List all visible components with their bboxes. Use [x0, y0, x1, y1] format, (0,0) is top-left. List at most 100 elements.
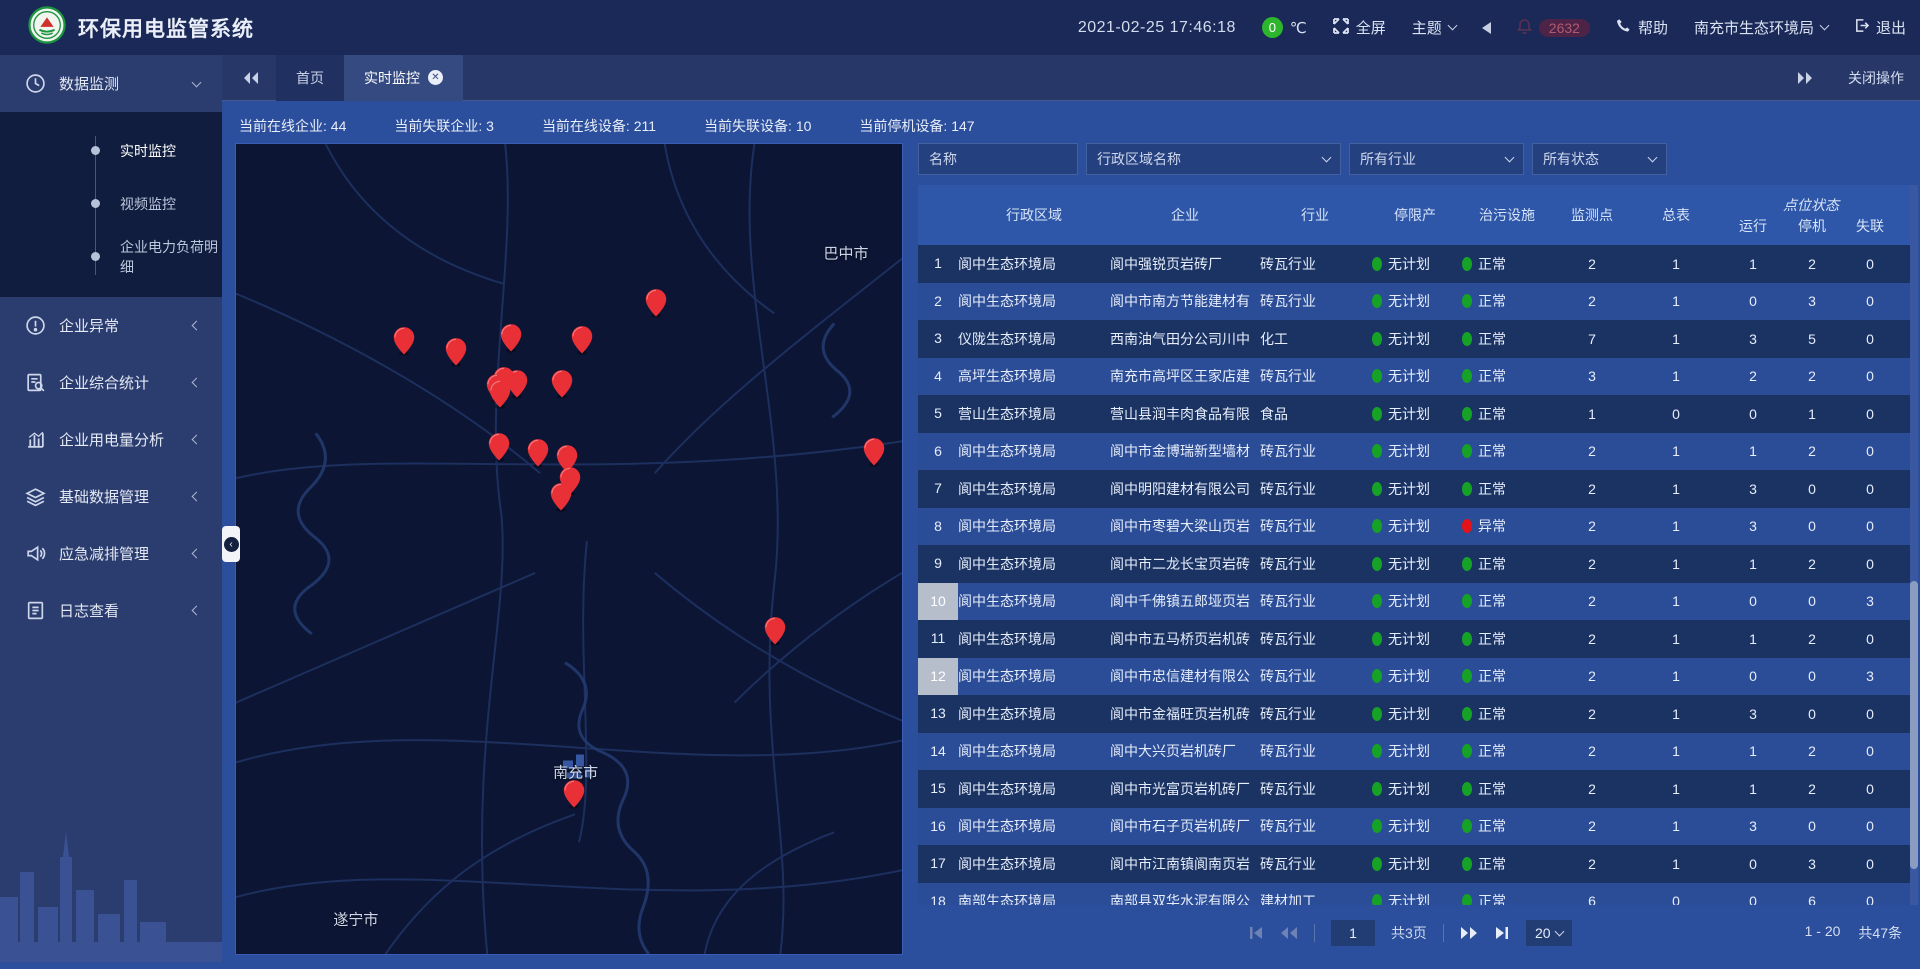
status-select-value: 所有状态 [1543, 149, 1599, 169]
map-collapse-button[interactable]: ‹ [222, 526, 240, 562]
map-pin-16[interactable] [864, 438, 885, 467]
facility-text: 正常 [1478, 741, 1506, 761]
industry-select-value: 所有行业 [1360, 149, 1416, 169]
exit-icon [1854, 18, 1869, 37]
table-row[interactable]: 17阆中生态环境局阆中市江南镇阆南页岩砖瓦行业无计划正常21030 [918, 845, 1910, 883]
tab-首页[interactable]: 首页 [276, 55, 344, 101]
page-number-input[interactable]: 1 [1331, 920, 1375, 946]
table-row[interactable]: 7阆中生态环境局阆中明阳建材有限公司砖瓦行业无计划正常21300 [918, 470, 1910, 508]
sidebar-subitem-企业电力负荷明细[interactable]: 企业电力负荷明细 [0, 230, 222, 283]
app-logo-icon [28, 6, 66, 49]
map-pin-5[interactable] [572, 326, 593, 355]
column-header-5: 治污设施 [1460, 205, 1554, 225]
scrollbar-thumb[interactable] [1910, 581, 1918, 869]
sidebar-item-6[interactable]: 应急减排管理 [0, 525, 222, 582]
table-row[interactable]: 1阆中生态环境局阆中强锐页岩砖厂砖瓦行业无计划正常21120 [918, 245, 1910, 283]
close-operations-button[interactable]: 关闭操作 [1848, 68, 1904, 88]
total-count-label: 共47条 [1858, 923, 1902, 943]
table-row[interactable]: 18南部生态环境局南部县双华水泥有限公建材加工无计划正常60060 [918, 883, 1910, 906]
industry-select[interactable]: 所有行业 [1349, 143, 1524, 175]
table-row[interactable]: 6阆中生态环境局阆中市金博瑞新型墙材砖瓦行业无计划正常21120 [918, 433, 1910, 471]
table-scrollbar[interactable] [1910, 185, 1918, 905]
table-row[interactable]: 12阆中生态环境局阆中市忠信建材有限公砖瓦行业无计划正常21003 [918, 658, 1910, 696]
help-button[interactable]: 帮助 [1616, 17, 1668, 38]
sidebar-item-5[interactable]: 基础数据管理 [0, 468, 222, 525]
map-pin-10[interactable] [552, 370, 573, 399]
table-row[interactable]: 8阆中生态环境局阆中市枣碧大梁山页岩砖瓦行业无计划异常21300 [918, 508, 1910, 546]
cell-company: 阆中市光富页岩机砖厂 [1110, 779, 1260, 799]
tabs-scroll-right-icon[interactable] [1796, 71, 1814, 85]
last-page-button[interactable] [1494, 926, 1510, 940]
cell-stop: 2 [1784, 781, 1840, 797]
table-row[interactable]: 15阆中生态环境局阆中市光富页岩机砖厂砖瓦行业无计划正常21120 [918, 770, 1910, 808]
map-pin-1[interactable] [645, 289, 666, 318]
table-row[interactable]: 3仪陇生态环境局西南油气田分公司川中化工无计划正常71350 [918, 320, 1910, 358]
first-page-button[interactable] [1248, 926, 1264, 940]
divider [1443, 924, 1444, 942]
facility-text: 正常 [1478, 591, 1506, 611]
table-row[interactable]: 10阆中生态环境局阆中千佛镇五郎垭页岩砖瓦行业无计划正常21003 [918, 583, 1910, 621]
map-pin-11[interactable] [489, 433, 510, 462]
map-panel[interactable]: 巴中市南充市遂宁市 ‹ [235, 143, 903, 955]
sidebar-item-2[interactable]: 企业异常 [0, 297, 222, 354]
cell-industry: 砖瓦行业 [1260, 666, 1370, 686]
cell-rownum: 16 [918, 808, 958, 846]
cell-plan: 无计划 [1370, 591, 1460, 611]
sidebar-item-4[interactable]: 企业用电量分析 [0, 411, 222, 468]
cell-points: 2 [1554, 743, 1630, 759]
table-row[interactable]: 4高坪生态环境局南充市高坪区王家店建砖瓦行业无计划正常31220 [918, 358, 1910, 396]
table-row[interactable]: 11阆中生态环境局阆中市五马桥页岩机砖砖瓦行业无计划正常21120 [918, 620, 1910, 658]
temperature-unit: ℃ [1290, 19, 1307, 37]
table-row[interactable]: 16阆中生态环境局阆中市石子页岩机砖厂砖瓦行业无计划正常21300 [918, 808, 1910, 846]
facility-text: 正常 [1478, 254, 1506, 274]
cell-meters: 1 [1630, 706, 1722, 722]
page-size-select[interactable]: 20 [1526, 920, 1572, 946]
plan-text: 无计划 [1388, 404, 1430, 424]
tab-close-icon[interactable]: ✕ [428, 70, 443, 85]
org-menu[interactable]: 南充市生态环境局 [1694, 17, 1828, 38]
map-pin-4[interactable] [501, 324, 522, 353]
sidebar-item-3[interactable]: 企业综合统计 [0, 354, 222, 411]
map-pin-12[interactable] [527, 439, 548, 468]
table-row[interactable]: 5营山生态环境局营山县润丰肉食品有限食品无计划正常10010 [918, 395, 1910, 433]
map-pin-15[interactable] [551, 483, 572, 512]
cell-region: 仪陇生态环境局 [958, 329, 1110, 349]
mute-button[interactable] [1482, 22, 1491, 34]
tab-实时监控[interactable]: 实时监控✕ [344, 55, 463, 101]
tabs-scroll-left-icon[interactable] [242, 71, 260, 85]
cell-rownum: 8 [918, 508, 958, 546]
chevron-down-icon [1447, 21, 1457, 31]
cell-run: 1 [1722, 556, 1784, 572]
sidebar-subitem-视频监控[interactable]: 视频监控 [0, 177, 222, 230]
map-pin-18[interactable] [564, 780, 585, 809]
sidebar-item-7[interactable]: 日志查看 [0, 582, 222, 639]
theme-menu[interactable]: 主题 [1412, 17, 1456, 38]
logout-button[interactable]: 退出 [1854, 17, 1906, 38]
sound-icon [1482, 22, 1491, 34]
next-page-button[interactable] [1460, 926, 1478, 940]
table-row[interactable]: 2阆中生态环境局阆中市南方节能建材有砖瓦行业无计划正常21030 [918, 283, 1910, 321]
sidebar-item-1[interactable]: 数据监测 [0, 55, 222, 112]
table-row[interactable]: 13阆中生态环境局阆中市金福旺页岩机砖砖瓦行业无计划正常21300 [918, 695, 1910, 733]
map-pin-3[interactable] [445, 338, 466, 367]
range-label: 1 - 20 [1805, 923, 1841, 943]
region-select[interactable]: 行政区域名称 [1086, 143, 1341, 175]
plan-text: 无计划 [1388, 629, 1430, 649]
sidebar-subitem-实时监控[interactable]: 实时监控 [0, 124, 222, 177]
status-dot-icon [1462, 482, 1472, 496]
cell-region: 阆中生态环境局 [958, 704, 1110, 724]
column-group-header: 点位状态 [1722, 186, 1900, 215]
map-pin-2[interactable] [394, 328, 415, 357]
cell-industry: 砖瓦行业 [1260, 704, 1370, 724]
table-row[interactable]: 9阆中生态环境局阆中市二龙长宝页岩砖砖瓦行业无计划正常21120 [918, 545, 1910, 583]
fullscreen-button[interactable]: 全屏 [1333, 17, 1386, 38]
notifications[interactable]: 2632 [1517, 18, 1590, 38]
app-title: 环保用电监管系统 [78, 13, 254, 43]
name-search-input[interactable] [918, 143, 1078, 175]
cell-lost: 0 [1840, 893, 1900, 905]
table-row[interactable]: 14阆中生态环境局阆中大兴页岩机砖厂砖瓦行业无计划正常21120 [918, 733, 1910, 771]
map-pin-17[interactable] [765, 618, 786, 647]
prev-page-button[interactable] [1280, 926, 1298, 940]
status-select[interactable]: 所有状态 [1532, 143, 1667, 175]
map-pin-9[interactable] [490, 380, 511, 409]
